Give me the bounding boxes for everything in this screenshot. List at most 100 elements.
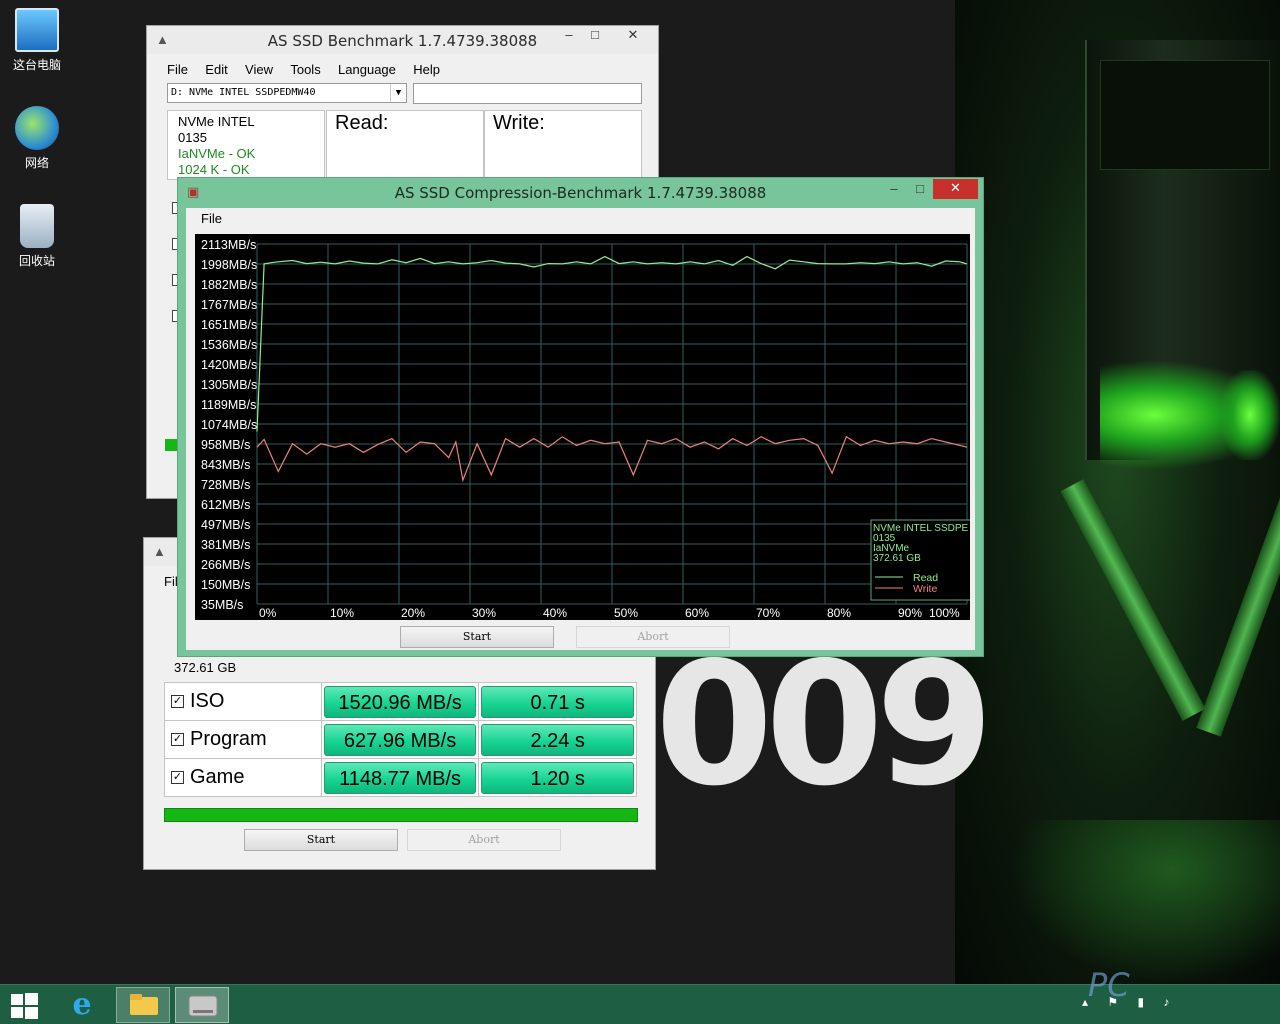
speed-value: 1148.77 MB/s [323,761,477,794]
desktop-icon-label: 这台电脑 [12,58,61,72]
drive-alignment: 1024 K - OK [178,162,250,177]
minimize-button[interactable]: – [559,26,579,46]
time-value: 0.71 s [481,685,634,718]
menu-edit[interactable]: Edit [205,59,227,81]
start-button[interactable]: Start [400,626,554,648]
row-label: ISO [190,690,225,712]
time-cell: 1.20 s [478,758,637,797]
row-label: Game [190,766,245,788]
row-label-cell[interactable]: ✓ Game [164,758,322,797]
y-tick-label: 843MB/s [201,458,250,472]
maximize-button[interactable]: □ [585,26,605,46]
desktop-icon-label: 回收站 [18,254,55,268]
computer-icon [15,8,59,52]
compression-benchmark-window[interactable]: ▣ AS SSD Compression-Benchmark 1.7.4739.… [177,177,984,657]
minimize-button[interactable]: – [884,180,904,200]
y-tick-label: 1189MB/s [201,398,256,412]
x-tick-label: 70% [756,606,780,620]
drive-info-field[interactable] [413,83,642,104]
internet-explorer-icon[interactable]: e [60,987,104,1023]
file-explorer-icon[interactable] [116,987,170,1023]
results-table: ✓ ISO 1520.96 MB/s 0.71 s ✓ Program 627.96… [164,682,637,797]
row-label-cell[interactable]: ✓ Program [164,720,322,759]
y-tick-label: 1536MB/s [201,338,257,352]
time-value: 1.20 s [481,761,634,794]
speed-cell: 1148.77 MB/s [320,758,480,797]
start-button[interactable] [0,987,48,1023]
desktop-icon-network[interactable]: 网络 [5,106,69,171]
x-tick-label: 30% [472,606,496,620]
menu-view[interactable]: View [245,59,273,81]
app-icon: ▲ [153,544,166,559]
wallpaper-case-panel [1100,60,1270,170]
y-tick-label: 497MB/s [201,518,250,532]
table-row: ✓ Game 1148.77 MB/s 1.20 s [164,758,637,797]
abort-button[interactable]: Abort [407,829,561,851]
x-tick-label: 40% [543,606,567,620]
abort-button[interactable]: Abort [576,626,730,648]
x-tick-label: 50% [614,606,638,620]
drive-info-box: NVMe INTEL 0135 IaNVMe - OK 1024 K - OK [167,110,325,180]
y-tick-label: 1998MB/s [201,258,257,272]
menu-help[interactable]: Help [413,59,440,81]
windows-logo-icon [11,993,38,1019]
folder-icon [130,994,158,1015]
menu-file[interactable]: File [167,59,188,81]
desktop-icon-this-pc[interactable]: 这台电脑 [5,8,69,73]
y-tick-label: 2113MB/s [201,238,256,252]
check-icon[interactable]: ✓ [171,771,184,785]
speed-value: 627.96 MB/s [323,723,477,756]
x-tick-label: 100% [929,606,960,620]
time-value: 2.24 s [481,723,634,756]
close-button[interactable]: ✕ [611,26,655,46]
menu-file[interactable]: Fil [164,571,178,593]
y-tick-label: 1767MB/s [201,298,257,312]
y-tick-label: 266MB/s [201,558,250,572]
desktop-icon-recycle-bin[interactable]: 回收站 [5,204,69,269]
y-tick-label: 728MB/s [201,478,250,492]
start-button[interactable]: Start [244,829,398,851]
time-cell: 2.24 s [478,720,637,759]
check-icon[interactable]: ✓ [171,695,184,709]
drive-driver: IaNVMe - OK [178,146,256,161]
menu-bar: File Edit View Tools Language Help [147,59,658,81]
chevron-down-icon[interactable]: ▼ [390,84,406,102]
wallpaper-floor-glow [1010,820,1280,984]
speed-value: 1520.96 MB/s [323,685,477,718]
desktop-icon-label: 网络 [24,156,49,170]
compression-window-body: File 2113MB/s 1998MB/s 1882MB/s 1767MB/s 165… [186,208,975,650]
y-tick-label: 1074MB/s [201,418,257,432]
menu-tools[interactable]: Tools [290,59,320,81]
compression-chart: 2113MB/s 1998MB/s 1882MB/s 1767MB/s 1651MB/s… [195,234,970,620]
window-title: AS SSD Benchmark 1.7.4739.38088 [267,32,538,50]
read-header-label: Read: [335,112,389,134]
drive-select[interactable]: D: NVMe INTEL SSDPEDMW40 ▼ [167,83,407,103]
maximize-button[interactable]: □ [910,180,930,200]
drive-firmware: 0135 [178,130,207,145]
x-tick-label: 80% [827,606,851,620]
x-tick-label: 0% [259,606,277,620]
y-tick-label: 381MB/s [201,538,250,552]
speed-cell: 627.96 MB/s [320,720,480,759]
close-button[interactable]: ✕ [933,179,978,199]
menu-file[interactable]: File [201,208,222,230]
y-tick-label: 1420MB/s [201,358,257,372]
title-bar[interactable]: ▣ AS SSD Compression-Benchmark 1.7.4739.… [178,178,983,208]
time-cell: 0.71 s [478,682,637,721]
progress-bar [164,808,638,822]
write-header-label: Write: [493,112,545,134]
y-tick-label: 1882MB/s [201,278,257,292]
drive-capacity: 372.61 GB [174,660,237,675]
title-bar[interactable]: ▲ AS SSD Benchmark 1.7.4739.38088 – □ ✕ [147,26,658,54]
check-icon[interactable]: ✓ [171,733,184,747]
table-row: ✓ ISO 1520.96 MB/s 0.71 s [164,682,637,721]
menu-language[interactable]: Language [338,59,396,81]
y-tick-label: 958MB/s [201,438,250,452]
y-tick-label: 1651MB/s [201,318,257,332]
row-label-cell[interactable]: ✓ ISO [164,682,322,721]
progress-bar [165,439,177,451]
y-tick-label: 1305MB/s [201,378,257,392]
as-ssd-taskbar-icon[interactable] [175,987,229,1023]
window-title: AS SSD Compression-Benchmark 1.7.4739.38… [394,184,767,202]
wallpaper-green-light-2 [1220,370,1280,460]
